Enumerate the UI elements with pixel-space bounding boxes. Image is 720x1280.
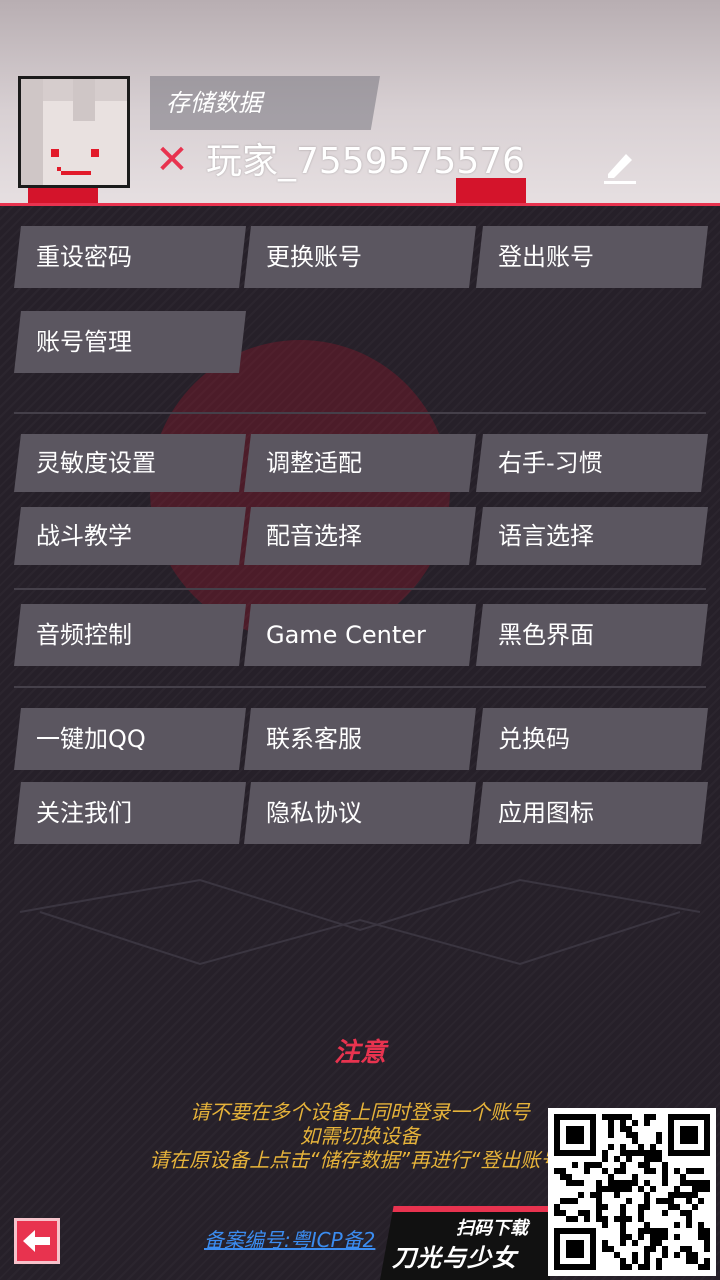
right-hand-button[interactable]: 右手-习惯 bbox=[476, 434, 708, 492]
app-icon-button[interactable]: 应用图标 bbox=[476, 782, 708, 844]
reset-password-button[interactable]: 重设密码 bbox=[14, 226, 246, 288]
sensitivity-settings-button[interactable]: 灵敏度设置 bbox=[14, 434, 246, 492]
promo-game-title: 刀光与少女 bbox=[392, 1244, 517, 1272]
unbound-x-icon: ✕ bbox=[155, 137, 189, 183]
privacy-policy-button[interactable]: 隐私协议 bbox=[244, 782, 476, 844]
promo-scan-text: 扫码下载 bbox=[456, 1218, 528, 1239]
profile-header: 存储数据 ✕ 玩家_7559575576 bbox=[0, 0, 720, 206]
dark-mode-button[interactable]: 黑色界面 bbox=[476, 604, 708, 666]
divider bbox=[14, 588, 706, 590]
back-button[interactable] bbox=[14, 1218, 60, 1264]
divider bbox=[14, 412, 706, 414]
avatar[interactable] bbox=[18, 76, 130, 188]
adjust-layout-button[interactable]: 调整适配 bbox=[244, 434, 476, 492]
save-data-button[interactable]: 存储数据 bbox=[150, 76, 380, 130]
player-name: 玩家_7559575576 bbox=[206, 141, 526, 182]
audio-control-button[interactable]: 音频控制 bbox=[14, 604, 246, 666]
battle-tutorial-button[interactable]: 战斗教学 bbox=[14, 507, 246, 565]
notice-title: 注意 bbox=[333, 1038, 386, 1068]
icp-link[interactable]: 备案编号:粤ICP备2 bbox=[204, 1224, 375, 1253]
language-select-button[interactable]: 语言选择 bbox=[476, 507, 708, 565]
join-qq-button[interactable]: 一键加QQ bbox=[14, 708, 246, 770]
divider bbox=[14, 686, 706, 688]
switch-account-button[interactable]: 更换账号 bbox=[244, 226, 476, 288]
account-management-button[interactable]: 账号管理 bbox=[14, 311, 246, 373]
edit-name-icon[interactable] bbox=[600, 146, 640, 186]
back-arrow-icon bbox=[23, 1230, 50, 1252]
contact-support-button[interactable]: 联系客服 bbox=[244, 708, 476, 770]
qr-code bbox=[548, 1108, 716, 1276]
game-center-button[interactable]: Game Center bbox=[244, 604, 476, 666]
background-decoration bbox=[19, 878, 701, 966]
logout-button[interactable]: 登出账号 bbox=[476, 226, 708, 288]
voice-select-button[interactable]: 配音选择 bbox=[244, 507, 476, 565]
follow-us-button[interactable]: 关注我们 bbox=[14, 782, 246, 844]
redeem-code-button[interactable]: 兑换码 bbox=[476, 708, 708, 770]
